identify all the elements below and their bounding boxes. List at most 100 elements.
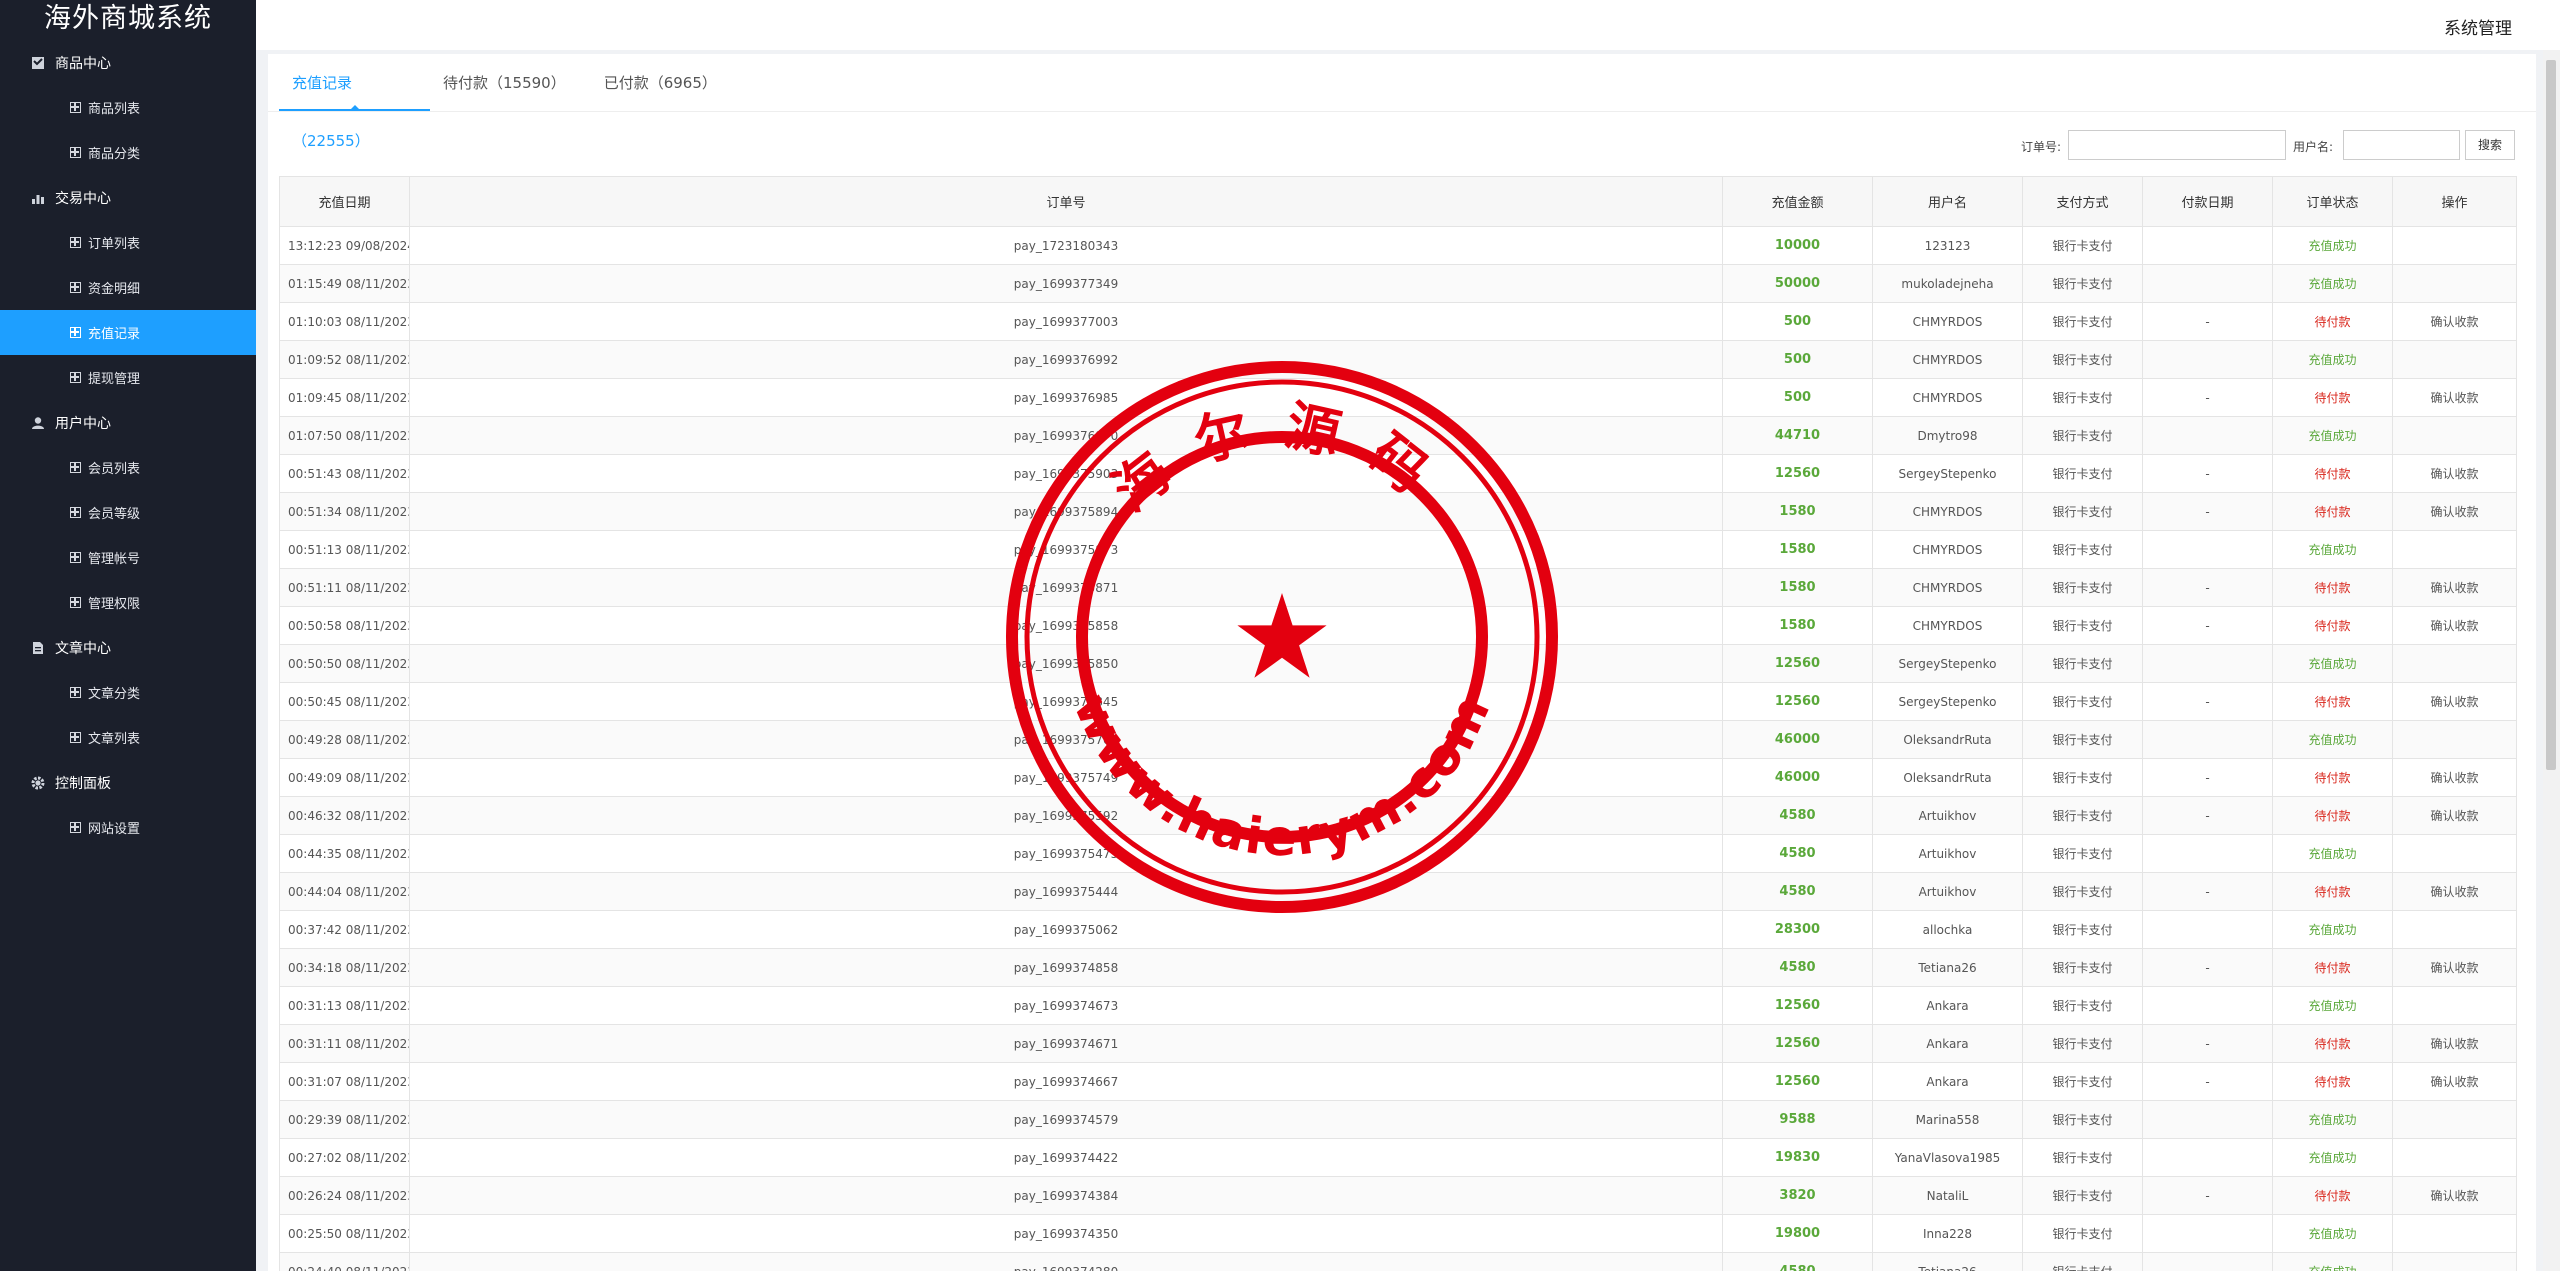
recharge-date-cell: 00:50:50 08/11/2023 (279, 644, 410, 683)
confirm-receipt-button[interactable]: 确认收款 (2392, 872, 2517, 911)
payment-date-cell (2142, 1138, 2273, 1177)
action-cell (2392, 1100, 2517, 1139)
amount-cell: 4580 (1722, 948, 1873, 987)
order-number-cell: pay_1699374422 (409, 1138, 1723, 1177)
sidebar-item[interactable]: 管理帐号 (0, 535, 256, 580)
table-row: 01:15:49 08/11/2023 pay_1699377349 50000 mu… (279, 264, 2517, 303)
payment-method-cell: 银行卡支付 (2022, 720, 2143, 759)
sidebar-item[interactable]: 订单列表 (0, 220, 256, 265)
amount-cell: 12560 (1722, 644, 1873, 683)
tab-bar: 充值记录（22555） 待付款（15590） 已付款（6965） (268, 54, 2536, 150)
scrollbar-thumb[interactable] (2546, 60, 2556, 770)
sidebar-group-header[interactable]: 交易中心 (0, 175, 256, 220)
sidebar-group: 用户中心会员列表 会员等级 管理帐号 管理权限 (0, 400, 256, 625)
order-number-cell: pay_1699375858 (409, 606, 1723, 645)
sidebar-group: 控制面板 网站设置 (0, 760, 256, 850)
sidebar-item[interactable]: 文章列表 (0, 715, 256, 760)
sidebar-group-header[interactable]: 控制面板 (0, 760, 256, 805)
tab-recharge-records[interactable]: 充值记录（22555） (279, 54, 430, 150)
sidebar-group-header[interactable]: 用户中心 (0, 400, 256, 445)
order-status-cell: 充值成功 (2272, 416, 2393, 455)
payment-method-cell: 银行卡支付 (2022, 758, 2143, 797)
payment-method-cell: 银行卡支付 (2022, 682, 2143, 721)
tab-pending-payment[interactable]: 待付款（15590） (430, 54, 591, 111)
username-cell: SergeyStepenko (1872, 454, 2023, 493)
recharge-date-cell: 00:37:42 08/11/2023 (279, 910, 410, 949)
confirm-receipt-button[interactable]: 确认收款 (2392, 1176, 2517, 1215)
order-status-cell: 待付款 (2272, 606, 2393, 645)
recharge-date-cell: 01:09:45 08/11/2023 (279, 378, 410, 417)
table-row: 00:50:58 08/11/2023 pay_1699375858 1580 CHM… (279, 606, 2517, 645)
confirm-receipt-button[interactable]: 确认收款 (2392, 606, 2517, 645)
order-status-cell: 待付款 (2272, 1176, 2393, 1215)
sidebar-group-label: 用户中心 (55, 415, 111, 432)
confirm-receipt-button[interactable]: 确认收款 (2392, 492, 2517, 531)
system-admin-menu[interactable]: 系统管理 (2444, 14, 2512, 39)
username-cell: SergeyStepenko (1872, 644, 2023, 683)
sidebar-item[interactable]: 会员列表 (0, 445, 256, 490)
vertical-scrollbar[interactable] (2543, 50, 2560, 1271)
sidebar-item[interactable]: 网站设置 (0, 805, 256, 850)
payment-date-cell (2142, 416, 2273, 455)
sidebar-item-label: 商品分类 (88, 147, 141, 162)
sidebar-item[interactable]: 商品分类 (0, 130, 256, 175)
username-label: 用户名: (2293, 140, 2334, 154)
search-button[interactable]: 搜索 (2465, 130, 2515, 160)
order-number-cell: pay_1699375850 (409, 644, 1723, 683)
confirm-receipt-button[interactable]: 确认收款 (2392, 682, 2517, 721)
sidebar-item[interactable]: 提现管理 (0, 355, 256, 400)
amount-cell: 46000 (1722, 758, 1873, 797)
confirm-receipt-button[interactable]: 确认收款 (2392, 1024, 2517, 1063)
sidebar-item[interactable]: 管理权限 (0, 580, 256, 625)
payment-date-cell (2142, 264, 2273, 303)
payment-date-cell (2142, 530, 2273, 569)
confirm-receipt-button[interactable]: 确认收款 (2392, 302, 2517, 341)
payment-date-cell (2142, 340, 2273, 379)
username-cell: YanaVlasova1985 (1872, 1138, 2023, 1177)
sidebar-item-label: 提现管理 (88, 372, 141, 387)
action-cell (2392, 416, 2517, 455)
payment-date-cell: - (2142, 758, 2273, 797)
plus-square-icon (70, 732, 81, 743)
tab-paid[interactable]: 已付款（6965） (591, 54, 742, 111)
sidebar-group: 文章中心 文章分类 文章列表 (0, 625, 256, 760)
recharge-date-cell: 00:31:07 08/11/2023 (279, 1062, 410, 1101)
confirm-receipt-button[interactable]: 确认收款 (2392, 948, 2517, 987)
confirm-receipt-button[interactable]: 确认收款 (2392, 758, 2517, 797)
order-status-cell: 充值成功 (2272, 530, 2393, 569)
recharge-date-cell: 00:24:40 08/11/2023 (279, 1252, 410, 1271)
order-status-cell: 待付款 (2272, 378, 2393, 417)
recharge-date-cell: 01:10:03 08/11/2023 (279, 302, 410, 341)
sidebar-item[interactable]: 会员等级 (0, 490, 256, 535)
column-header: 充值日期 (279, 176, 410, 227)
order-status-cell: 充值成功 (2272, 834, 2393, 873)
sidebar-item[interactable]: 资金明细 (0, 265, 256, 310)
sidebar-group-header[interactable]: 商品中心 (0, 40, 256, 85)
confirm-receipt-button[interactable]: 确认收款 (2392, 454, 2517, 493)
username-cell: CHMYRDOS (1872, 530, 2023, 569)
order-number-cell: pay_1699376985 (409, 378, 1723, 417)
sidebar-group-header[interactable]: 文章中心 (0, 625, 256, 670)
payment-method-cell: 银行卡支付 (2022, 454, 2143, 493)
username-cell: CHMYRDOS (1872, 340, 2023, 379)
order-number-input[interactable] (2068, 130, 2286, 160)
confirm-receipt-button[interactable]: 确认收款 (2392, 1062, 2517, 1101)
payment-date-cell: - (2142, 454, 2273, 493)
amount-cell: 44710 (1722, 416, 1873, 455)
confirm-receipt-button[interactable]: 确认收款 (2392, 796, 2517, 835)
brand-title: 海外商城系统 (44, 3, 212, 34)
action-cell (2392, 1214, 2517, 1253)
order-status-cell: 待付款 (2272, 1024, 2393, 1063)
sidebar-item[interactable]: 商品列表 (0, 85, 256, 130)
sidebar-item[interactable]: 充值记录 (0, 310, 256, 355)
action-cell (2392, 530, 2517, 569)
payment-method-cell: 银行卡支付 (2022, 302, 2143, 341)
confirm-receipt-button[interactable]: 确认收款 (2392, 378, 2517, 417)
order-number-cell: pay_1699375845 (409, 682, 1723, 721)
sidebar-item[interactable]: 文章分类 (0, 670, 256, 715)
payment-date-cell: - (2142, 492, 2273, 531)
confirm-receipt-button[interactable]: 确认收款 (2392, 568, 2517, 607)
sidebar-group-label: 交易中心 (55, 190, 111, 207)
username-input[interactable] (2343, 130, 2460, 160)
amount-cell: 10000 (1722, 226, 1873, 265)
